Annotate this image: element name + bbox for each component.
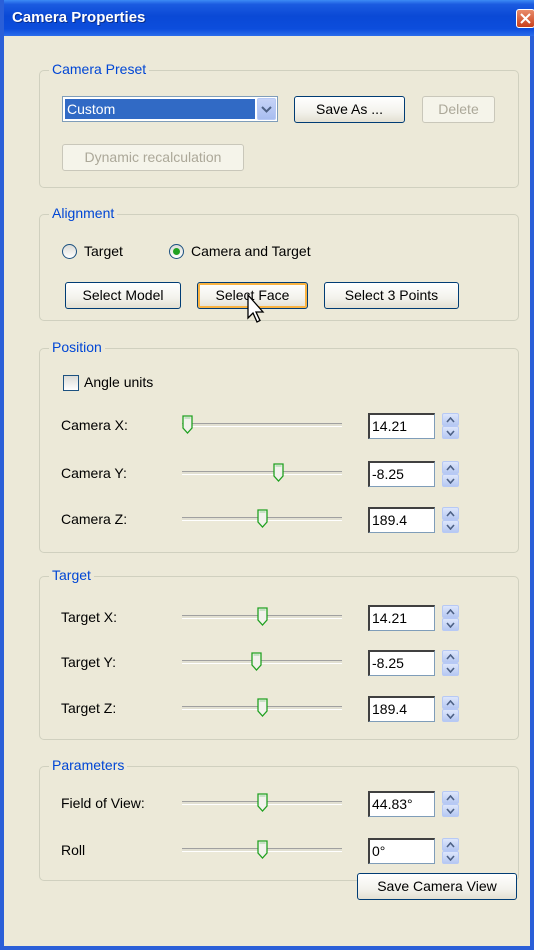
alignment-label: Alignment <box>49 205 118 221</box>
value-field[interactable]: -8.25 <box>368 650 435 676</box>
slider-track[interactable] <box>182 660 342 664</box>
spin-buttons[interactable] <box>442 791 459 817</box>
slider-row-label: Target Z: <box>61 700 117 716</box>
slider-thumb[interactable] <box>257 607 268 627</box>
slider-thumb[interactable] <box>257 698 268 718</box>
value-field[interactable]: 189.4 <box>368 507 435 533</box>
spin-buttons[interactable] <box>442 838 459 864</box>
spin-up-icon[interactable] <box>442 413 459 426</box>
spin-down-icon[interactable] <box>442 804 459 817</box>
spin-down-icon[interactable] <box>442 663 459 676</box>
spin-down-icon[interactable] <box>442 851 459 864</box>
spin-buttons[interactable] <box>442 650 459 676</box>
select-3-points-button[interactable]: Select 3 Points <box>324 282 459 309</box>
spin-up-icon[interactable] <box>442 791 459 804</box>
slider-row-label: Target X: <box>61 609 118 625</box>
spin-up-icon[interactable] <box>442 696 459 709</box>
angle-units-label: Angle units <box>84 374 154 390</box>
slider-row-label: Camera Z: <box>61 511 128 527</box>
spin-buttons[interactable] <box>442 461 459 487</box>
title-bar[interactable]: Camera Properties <box>4 0 534 36</box>
spin-up-icon[interactable] <box>442 650 459 663</box>
camera-and-target-radio[interactable] <box>169 244 184 259</box>
position-label: Position <box>49 339 105 355</box>
target-label: Target <box>49 567 94 583</box>
spin-up-icon[interactable] <box>442 605 459 618</box>
spin-down-icon[interactable] <box>442 520 459 533</box>
chevron-down-icon[interactable] <box>257 98 276 120</box>
slider-thumb[interactable] <box>273 463 284 483</box>
target-radio[interactable] <box>62 244 77 259</box>
slider-row-label: Camera X: <box>61 417 128 433</box>
slider-row-label: Field of View: <box>61 795 145 811</box>
value-field[interactable]: 189.4 <box>368 696 435 722</box>
slider-track[interactable] <box>182 423 342 427</box>
camera-properties-window: Camera Properties Camera Preset Custom S… <box>0 0 534 950</box>
spin-buttons[interactable] <box>442 413 459 439</box>
angle-units-checkbox[interactable] <box>63 375 79 391</box>
slider-thumb[interactable] <box>257 509 268 529</box>
parameters-label: Parameters <box>49 757 128 773</box>
slider-thumb[interactable] <box>257 840 268 860</box>
dynamic-recalculation-button[interactable]: Dynamic recalculation <box>62 144 244 171</box>
value-field[interactable]: 44.83° <box>368 791 435 817</box>
target-radio-label: Target <box>84 243 123 259</box>
slider-thumb[interactable] <box>250 652 262 672</box>
camera-preset-label: Camera Preset <box>49 61 150 77</box>
delete-button[interactable]: Delete <box>422 96 495 123</box>
spin-buttons[interactable] <box>442 696 459 722</box>
slider-track[interactable] <box>182 471 342 475</box>
close-icon[interactable] <box>516 9 534 28</box>
value-field[interactable]: -8.25 <box>368 461 435 487</box>
window-title: Camera Properties <box>12 9 146 26</box>
preset-selected-value: Custom <box>65 99 255 119</box>
spin-buttons[interactable] <box>442 507 459 533</box>
spin-down-icon[interactable] <box>442 426 459 439</box>
slider-thumb[interactable] <box>182 415 193 435</box>
save-camera-view-button[interactable]: Save Camera View <box>357 873 517 900</box>
slider-thumb[interactable] <box>257 793 268 813</box>
value-field[interactable]: 14.21 <box>368 413 435 439</box>
preset-combobox[interactable]: Custom <box>62 96 278 122</box>
spin-buttons[interactable] <box>442 605 459 631</box>
spin-up-icon[interactable] <box>442 838 459 851</box>
value-field[interactable]: 14.21 <box>368 605 435 631</box>
spin-up-icon[interactable] <box>442 507 459 520</box>
spin-down-icon[interactable] <box>442 474 459 487</box>
save-as-button[interactable]: Save As ... <box>294 96 405 123</box>
spin-down-icon[interactable] <box>442 709 459 722</box>
slider-row-label: Target Y: <box>61 654 117 670</box>
slider-row-label: Roll <box>61 842 86 858</box>
value-field[interactable]: 0° <box>368 838 435 864</box>
mouse-cursor-icon <box>247 293 267 327</box>
camera-and-target-radio-label: Camera and Target <box>191 243 311 259</box>
spin-up-icon[interactable] <box>442 461 459 474</box>
spin-down-icon[interactable] <box>442 618 459 631</box>
slider-row-label: Camera Y: <box>61 465 127 481</box>
select-model-button[interactable]: Select Model <box>65 282 181 309</box>
